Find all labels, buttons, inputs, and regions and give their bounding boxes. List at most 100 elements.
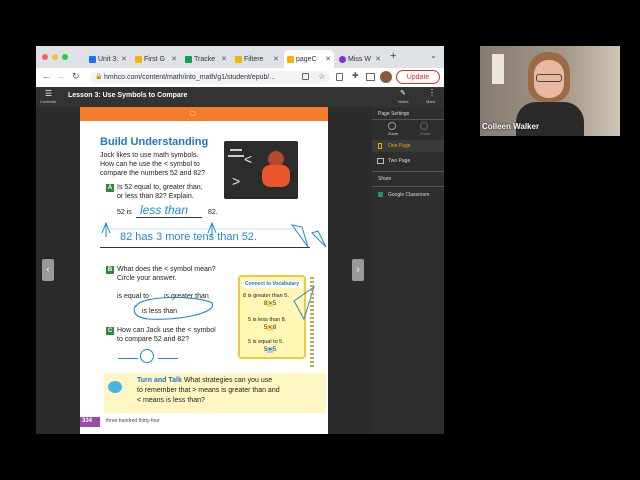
- expr-number: 8: [272, 325, 277, 331]
- reader-content-area: ‹ › ▢ Build Understanding Jock likes to …: [36, 107, 372, 434]
- extensions-puzzle-icon[interactable]: ✚: [352, 71, 359, 80]
- intro-text: Jock likes to use math symbols. How can …: [100, 151, 205, 178]
- expr-number: 5: [272, 347, 277, 353]
- part-c-question: How can Jack use the < symbol to compare…: [117, 326, 216, 344]
- part-a-line-1: Is 52 equal to, greater than,: [117, 184, 203, 191]
- browser-tab-unit3[interactable]: Unit 3: ✕: [86, 50, 130, 68]
- tab-label: Filtere: [244, 55, 264, 63]
- zoom-in-label[interactable]: Zoom: [420, 131, 430, 136]
- vocab-equal-expression: 5 = 5: [264, 347, 276, 353]
- one-page-option[interactable]: One Page: [372, 140, 444, 152]
- next-page-chevron-icon[interactable]: ›: [352, 259, 364, 281]
- two-page-icon: [377, 158, 384, 164]
- participant-name: Colleen Walker: [482, 122, 540, 131]
- close-tab-icon[interactable]: ✕: [375, 55, 381, 63]
- speech-bubbles-icon: [108, 381, 122, 393]
- turn-and-talk-box: Turn and Talk What strategies can you us…: [104, 373, 326, 413]
- intro-line-2: How can he use the < symbol to: [100, 161, 200, 168]
- notes-icon[interactable]: ✎: [400, 89, 406, 97]
- divider: [372, 186, 444, 187]
- glasses: [536, 74, 562, 82]
- close-tab-icon[interactable]: ✕: [171, 55, 177, 63]
- part-b-line-1: What does the < symbol mean?: [117, 266, 216, 273]
- google-classroom-option[interactable]: Google Classroom: [372, 189, 444, 201]
- update-button[interactable]: Update: [396, 70, 440, 84]
- chalk-mark: [230, 149, 242, 151]
- turn-talk-line-1: What strategies can you use: [183, 377, 273, 384]
- zoom-out-icon[interactable]: [388, 122, 396, 130]
- share-label: Share: [378, 176, 392, 182]
- close-window-button[interactable]: [42, 54, 48, 60]
- extension-icon[interactable]: [336, 73, 343, 81]
- app-header: ☰ Contents Lesson 3: Use Symbols to Comp…: [36, 87, 444, 107]
- close-tab-icon[interactable]: ✕: [273, 55, 279, 63]
- one-page-icon: [378, 143, 382, 149]
- part-c-badge: C: [106, 327, 114, 335]
- page-number: 334: [82, 418, 93, 424]
- back-arrow-icon[interactable]: ←: [42, 71, 51, 81]
- chalk-greater-than-symbol: >: [232, 173, 241, 189]
- zoom-out-label[interactable]: Zoom: [388, 131, 398, 136]
- new-tab-button[interactable]: +: [390, 50, 396, 62]
- url-field[interactable]: 🔒 hmhco.com/content/math/into_math/g1/st…: [90, 71, 330, 84]
- address-toolbar: ← → ↻ 🔒 hmhco.com/content/math/into_math…: [36, 68, 444, 87]
- part-a-question: Is 52 equal to, greater than, or less th…: [117, 183, 203, 201]
- answer-blank-right: [158, 358, 178, 359]
- close-tab-icon[interactable]: ✕: [325, 55, 331, 63]
- maximize-window-button[interactable]: [62, 54, 68, 60]
- page-top-banner: [80, 107, 328, 121]
- two-page-option[interactable]: Two Page: [372, 155, 444, 167]
- close-tab-icon[interactable]: ✕: [121, 55, 127, 63]
- window-light: [492, 54, 504, 84]
- notes-label[interactable]: Notes: [398, 99, 408, 104]
- tab-label: First G: [144, 55, 165, 63]
- part-c-line-2: to compare 52 and 82?: [117, 336, 189, 343]
- page-settings-panel: Page Settings Zoom Zoom One Page Two Pag…: [372, 107, 444, 434]
- google-classroom-icon: [378, 192, 383, 197]
- build-understanding-heading: Build Understanding: [100, 136, 209, 148]
- minimize-window-button[interactable]: [52, 54, 58, 60]
- tab-label: Miss W: [348, 55, 371, 63]
- turn-and-talk-title: Turn and Talk: [137, 377, 182, 384]
- side-panel-icon[interactable]: [366, 73, 375, 81]
- google-classroom-label: Google Classroom: [388, 192, 430, 198]
- previous-page-chevron-icon[interactable]: ‹: [42, 259, 54, 281]
- vocab-equal-text: 5 is equal to 5.: [248, 339, 284, 345]
- tab-label: Tracke: [194, 55, 216, 63]
- hamburger-menu-icon[interactable]: ☰: [45, 89, 52, 98]
- page-icon: ▢: [190, 111, 196, 117]
- explanation-line: [100, 247, 310, 248]
- profile-avatar[interactable]: [380, 71, 392, 83]
- one-page-label: One Page: [388, 143, 411, 149]
- browser-tab-page-active[interactable]: pageC ✕: [284, 50, 334, 68]
- bookmark-star-icon[interactable]: ☆: [318, 72, 325, 81]
- close-tab-icon[interactable]: ✕: [221, 55, 227, 63]
- tab-search-chevron-icon[interactable]: ⌄: [430, 51, 437, 60]
- copyright-strip: [310, 277, 314, 367]
- forward-arrow-icon[interactable]: →: [56, 71, 65, 81]
- child-body: [262, 165, 290, 187]
- browser-tab-filtered[interactable]: Filtere ✕: [232, 50, 282, 68]
- part-a-badge: A: [106, 184, 114, 192]
- tab-favicon-icon: [89, 55, 96, 63]
- more-label[interactable]: More: [426, 99, 435, 104]
- reload-icon[interactable]: ↻: [72, 71, 80, 82]
- vocab-greater-than-text: 8 is greater than 5.: [243, 293, 289, 299]
- intro-line-1: Jock likes to use math symbols.: [100, 152, 199, 159]
- part-a-line-2: or less than 82? Explain.: [117, 193, 194, 200]
- url-text: hmhco.com/content/math/into_math/g1/stud…: [104, 74, 276, 81]
- browser-tab-first-grade[interactable]: First G ✕: [132, 50, 180, 68]
- tab-bar: Unit 3: ✕ First G ✕ Tracke ✕ Filtere ✕ p…: [36, 46, 444, 68]
- handwriting-triangle-vocab: [293, 285, 315, 321]
- zoom-in-icon[interactable]: [420, 122, 428, 130]
- tab-favicon-icon: [235, 55, 242, 63]
- two-page-label: Two Page: [388, 158, 411, 164]
- open-in-window-icon[interactable]: [302, 73, 309, 80]
- contents-label[interactable]: Contents: [40, 99, 56, 104]
- tab-favicon-icon: [185, 55, 192, 63]
- browser-tab-miss-w[interactable]: Miss W ✕: [336, 50, 384, 68]
- browser-tab-tracker[interactable]: Tracke ✕: [182, 50, 230, 68]
- more-vertical-icon[interactable]: ⋮: [428, 88, 436, 97]
- turn-talk-first-line: Turn and Talk What strategies can you us…: [137, 377, 272, 384]
- turn-talk-line-3: < means is less than?: [137, 397, 205, 404]
